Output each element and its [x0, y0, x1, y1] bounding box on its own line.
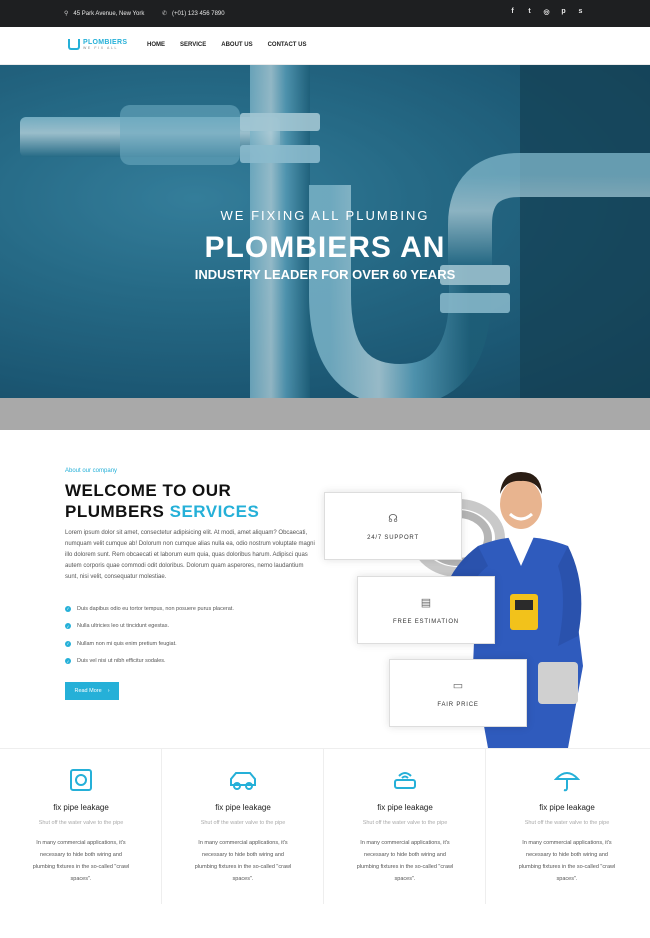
- logo-name: PLOMBIERS: [83, 39, 128, 46]
- safe-icon: [0, 767, 162, 793]
- service-title: fix pipe leakage: [215, 803, 271, 812]
- chevron-right-icon: ›: [107, 688, 110, 694]
- nav-item-contact-us[interactable]: CONTACT US: [268, 42, 307, 48]
- service-card[interactable]: fix pipe leakage Shut off the water valv…: [486, 749, 648, 904]
- service-description: In many commercial applications, it's ne…: [356, 840, 454, 882]
- hero-title: PLOMBIERS AN: [204, 231, 446, 264]
- nav-item-home[interactable]: HOME: [147, 42, 165, 48]
- logo-icon: [68, 39, 80, 51]
- pinterest-icon[interactable]: p: [560, 8, 567, 16]
- service-title: fix pipe leakage: [539, 803, 595, 812]
- list-item: ✓ Duis dapibus odio eu tortor tempus, non…: [65, 605, 234, 612]
- feature-card-support[interactable]: ☊ 24/7 SUPPORT: [324, 492, 462, 560]
- check-icon: ✓: [65, 623, 71, 630]
- cash-icon: ▭: [452, 679, 464, 692]
- umbrella-icon: [486, 767, 648, 793]
- welcome-heading-line2: PLUMBERS: [65, 502, 170, 521]
- social-links: f t ◎ p s: [509, 8, 584, 16]
- welcome-paragraph: Lorem ipsum dolor sit amet, consectetur …: [65, 530, 315, 580]
- welcome-heading-accent: SERVICES: [169, 502, 260, 521]
- service-subtitle: Shut off the water valve to the pipe: [524, 820, 610, 826]
- phone-text: (+01) 123 456 7890: [172, 10, 225, 17]
- feature-card-estimation[interactable]: ▤ FREE ESTIMATION: [357, 576, 495, 644]
- service-description: In many commercial applications, it's ne…: [194, 840, 292, 882]
- welcome-heading-line1: WELCOME TO OUR: [65, 481, 232, 500]
- location-icon: ⚲: [64, 11, 69, 17]
- check-icon: ✓: [65, 658, 71, 665]
- document-icon: ▤: [420, 596, 432, 609]
- hero-bottom-bar: [0, 398, 650, 430]
- feature-checklist: ✓ Duis dapibus odio eu tortor tempus, non…: [65, 600, 234, 670]
- main-navbar: PLOMBIERS WE FIX ALL HOME SERVICE ABOUT …: [0, 27, 650, 65]
- feature-label: FAIR PRICE: [437, 702, 479, 708]
- service-title: fix pipe leakage: [377, 803, 433, 812]
- headset-icon: ☊: [388, 512, 398, 525]
- hero-banner: WE FIXING ALL PLUMBING PLOMBIERS AN INDU…: [0, 65, 650, 398]
- instagram-icon[interactable]: ◎: [543, 8, 550, 16]
- nav-menu: HOME SERVICE ABOUT US CONTACT US: [147, 42, 306, 48]
- hero-tagline: INDUSTRY LEADER FOR OVER 60 YEARS: [194, 267, 456, 282]
- address-block: ⚲ 45 Park Avenue, New York: [64, 10, 145, 18]
- nav-item-service[interactable]: SERVICE: [180, 42, 206, 48]
- car-icon: [162, 767, 324, 793]
- site-logo[interactable]: PLOMBIERS WE FIX ALL: [68, 39, 127, 51]
- section-eyebrow: About our company: [65, 468, 118, 474]
- check-icon: ✓: [65, 605, 71, 612]
- service-description: In many commercial applications, it's ne…: [32, 840, 130, 882]
- feature-label: 24/7 SUPPORT: [367, 535, 419, 541]
- service-subtitle: Shut off the water valve to the pipe: [38, 820, 124, 826]
- feature-card-price[interactable]: ▭ FAIR PRICE: [389, 659, 527, 727]
- top-bar: ⚲ 45 Park Avenue, New York ✆ (+01) 123 4…: [0, 0, 650, 27]
- list-item: ✓ Nulla ultricies leo ut tincidunt egesta…: [65, 623, 170, 630]
- feature-label: FREE ESTIMATION: [393, 619, 459, 625]
- service-card[interactable]: fix pipe leakage Shut off the water valv…: [324, 749, 486, 904]
- address-text: 45 Park Avenue, New York: [73, 10, 145, 17]
- skype-icon[interactable]: s: [577, 8, 584, 16]
- twitter-icon[interactable]: t: [526, 8, 533, 16]
- services-row: fix pipe leakage Shut off the water valv…: [0, 748, 650, 908]
- service-description: In many commercial applications, it's ne…: [518, 840, 616, 882]
- phone-block: ✆ (+01) 123 456 7890: [162, 10, 225, 18]
- service-card[interactable]: fix pipe leakage Shut off the water valv…: [0, 749, 162, 904]
- welcome-heading: WELCOME TO OUR PLUMBERS SERVICES: [65, 480, 259, 522]
- service-card[interactable]: fix pipe leakage Shut off the water valv…: [162, 749, 324, 904]
- service-title: fix pipe leakage: [53, 803, 109, 812]
- hero-subtitle: WE FIXING ALL PLUMBING: [220, 208, 430, 223]
- service-subtitle: Shut off the water valve to the pipe: [200, 820, 286, 826]
- check-icon: ✓: [65, 640, 71, 647]
- nav-item-about-us[interactable]: ABOUT US: [221, 42, 252, 48]
- list-item: ✓ Duis vel nisi ut nibh efficitur sodales…: [65, 658, 166, 665]
- phone-icon: ✆: [162, 11, 168, 17]
- router-icon: [324, 767, 486, 793]
- list-item: ✓ Nullam non mi quis enim pretium feugiat…: [65, 640, 177, 647]
- read-more-button[interactable]: Read More ›: [65, 682, 119, 700]
- service-subtitle: Shut off the water valve to the pipe: [362, 820, 448, 826]
- facebook-icon[interactable]: f: [509, 8, 516, 16]
- logo-tagline: WE FIX ALL: [83, 46, 119, 50]
